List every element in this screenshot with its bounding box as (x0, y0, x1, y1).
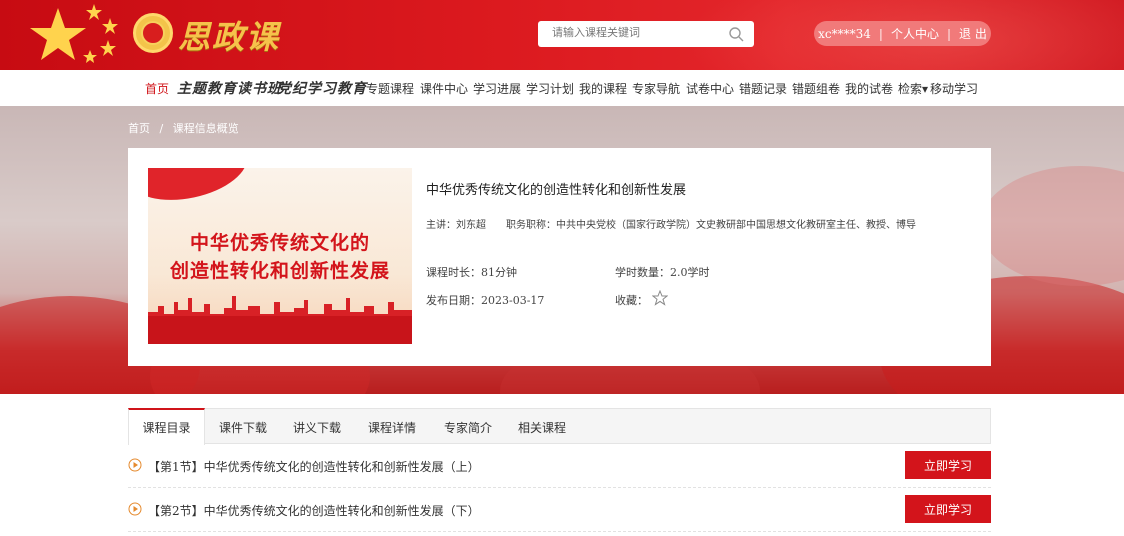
nav-item-search-dropdown[interactable]: 检索▾ (898, 80, 928, 97)
breadcrumb-current: 课程信息概览 (172, 122, 239, 135)
nav-item-home[interactable]: 首页 (145, 80, 169, 97)
profile-link[interactable]: 个人中心 (891, 25, 939, 42)
search-input[interactable] (552, 26, 722, 39)
nav-item-courseware[interactable]: 课件中心 (420, 80, 468, 97)
course-cover-image: 中华优秀传统文化的 创造性转化和创新性发展 (148, 168, 412, 344)
nav-item-my-exams[interactable]: 我的试卷 (845, 80, 893, 97)
nav-item-mobile[interactable]: 移动学习 (930, 80, 978, 97)
search-box (538, 21, 754, 47)
cover-title-line2: 创造性转化和创新性发展 (169, 260, 390, 282)
tab-courseware-download[interactable]: 课件下载 (219, 419, 267, 436)
search-icon[interactable] (728, 26, 744, 42)
breadcrumb: 首页 / 课程信息概览 (128, 120, 245, 136)
site-header: 思政课 xc****34 | 个人中心 | 退 出 (0, 0, 1124, 70)
tab-catalog[interactable]: 课程目录 (128, 408, 205, 445)
tab-related-courses[interactable]: 相关课程 (518, 419, 566, 436)
chapter-title[interactable]: 【第1节】中华优秀传统文化的创造性转化和创新性发展（上） (148, 458, 480, 475)
tab-expert-intro[interactable]: 专家简介 (444, 419, 492, 436)
user-bar: xc****34 | 个人中心 | 退 出 (814, 21, 991, 46)
study-now-button[interactable]: 立即学习 (905, 451, 991, 479)
tab-course-details[interactable]: 课程详情 (368, 419, 416, 436)
nav-item-mistakes[interactable]: 错题记录 (739, 80, 787, 97)
logout-link[interactable]: 退 出 (959, 25, 987, 42)
course-info-card: 中华优秀传统文化的 创造性转化和创新性发展 中华优秀传统文化的创造性转化和创新性… (128, 148, 991, 366)
nav-item-exams[interactable]: 试卷中心 (686, 80, 734, 97)
stars-decoration-icon (30, 4, 118, 63)
chapter-title[interactable]: 【第2节】中华优秀传统文化的创造性转化和创新性发展（下） (148, 502, 480, 519)
chapter-row: 【第1节】中华优秀传统文化的创造性转化和创新性发展（上） 立即学习 (128, 444, 991, 488)
play-icon (128, 458, 142, 472)
main-nav: 首页 主题教育读书班 党纪学习教育 专题课程 课件中心 学习进展 学习计划 我的… (0, 70, 1124, 106)
nav-item-theme-education[interactable]: 主题教育读书班 (177, 78, 282, 98)
course-publish-date: 发布日期：2023-03-17 (426, 294, 545, 307)
username-link[interactable]: xc****34 (818, 27, 871, 41)
separator: | (946, 26, 952, 41)
nav-item-plan[interactable]: 学习计划 (526, 80, 574, 97)
course-teacher: 主讲：刘东超 职务职称：中共中央党校（国家行政学院）文史教研部中国思想文化教研室… (426, 220, 916, 231)
nav-item-progress[interactable]: 学习进展 (473, 80, 521, 97)
favorite-label: 收藏： (615, 294, 648, 307)
national-emblem-logo (133, 13, 173, 53)
course-title: 中华优秀传统文化的创造性转化和创新性发展 (426, 183, 687, 198)
tab-handout-download[interactable]: 讲义下载 (293, 419, 341, 436)
favorite-star-icon[interactable] (652, 290, 668, 306)
course-hours: 学时数量：2.0学时 (615, 266, 710, 279)
course-tabs: 课程目录 课件下载 讲义下载 课程详情 专家简介 相关课程 (128, 408, 991, 445)
nav-item-my-courses[interactable]: 我的课程 (579, 80, 627, 97)
nav-item-party-discipline[interactable]: 党纪学习教育 (277, 78, 367, 98)
breadcrumb-sep: / (159, 122, 164, 135)
chapter-row: 【第2节】中华优秀传统文化的创造性转化和创新性发展（下） 立即学习 (128, 488, 991, 532)
site-brand-logo: 思政课 (178, 18, 281, 56)
separator: | (878, 26, 883, 41)
nav-item-special-courses[interactable]: 专题课程 (366, 80, 414, 97)
play-icon (128, 502, 142, 516)
breadcrumb-home[interactable]: 首页 (128, 122, 150, 135)
nav-item-experts[interactable]: 专家导航 (632, 80, 680, 97)
study-now-button[interactable]: 立即学习 (905, 495, 991, 523)
course-duration: 课程时长：81分钟 (426, 266, 517, 279)
nav-item-mistake-exam[interactable]: 错题组卷 (792, 80, 840, 97)
cover-title-line1: 中华优秀传统文化的 (189, 232, 370, 254)
